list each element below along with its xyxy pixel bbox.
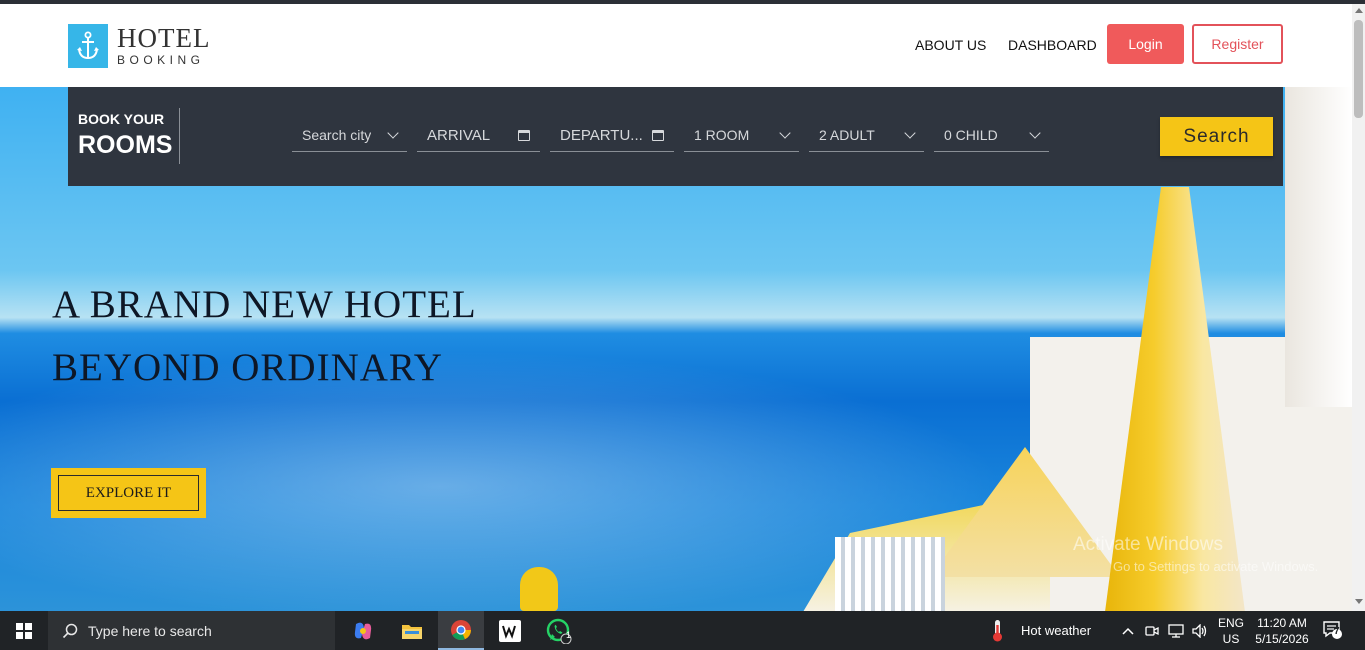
- file-explorer-icon[interactable]: [389, 611, 435, 650]
- text-editor-app-icon[interactable]: [487, 611, 533, 650]
- language-code: ENG: [1217, 616, 1244, 630]
- scroll-down-arrow-icon[interactable]: [1355, 599, 1363, 604]
- departure-date-input[interactable]: DEPARTU...: [550, 119, 674, 152]
- logo-title: HOTEL: [117, 23, 211, 53]
- nav-dashboard[interactable]: DASHBOARD: [1008, 37, 1097, 53]
- hero-headline-line-1: A BRAND NEW HOTEL: [52, 283, 477, 326]
- taskbar-search-placeholder: Type here to search: [88, 622, 212, 639]
- chevron-down-icon: [1029, 127, 1041, 139]
- taskbar-search-box[interactable]: Type here to search: [48, 611, 335, 650]
- search-button[interactable]: Search: [1160, 117, 1273, 156]
- whatsapp-badge: 1: [566, 630, 572, 640]
- windows-taskbar: Type here to search 1 Hot weather ENG US…: [0, 611, 1365, 650]
- start-button[interactable]: [0, 611, 48, 650]
- meet-now-icon[interactable]: [1145, 611, 1159, 650]
- volume-icon[interactable]: [1192, 611, 1208, 650]
- arrival-label: ARRIVAL: [427, 126, 491, 144]
- city-select[interactable]: Search city: [292, 119, 407, 152]
- input-language-indicator[interactable]: ENG US: [1216, 615, 1246, 647]
- hero-headline-line-2: BEYOND ORDINARY: [52, 346, 443, 389]
- register-button[interactable]: Register: [1192, 24, 1283, 64]
- clock-time: 11:20 AM: [1257, 616, 1307, 630]
- city-select-label: Search city: [302, 127, 372, 143]
- site-header: HOTEL BOOKING ABOUT US DASHBOARD Login R…: [0, 4, 1352, 87]
- adults-select[interactable]: 2 ADULT: [809, 119, 924, 152]
- chevron-down-icon: [387, 127, 399, 139]
- keyboard-layout: US: [1222, 632, 1240, 646]
- logo-subtitle: BOOKING: [117, 53, 205, 67]
- notification-count: 7: [1334, 626, 1340, 637]
- weather-label: Hot weather: [1021, 623, 1092, 638]
- system-clock[interactable]: 11:20 AM 5/15/2026: [1252, 615, 1312, 647]
- chrome-browser-icon[interactable]: [438, 611, 484, 650]
- anchor-icon: [68, 24, 108, 68]
- scroll-up-arrow-icon[interactable]: [1355, 8, 1363, 13]
- adults-label: 2 ADULT: [819, 127, 875, 143]
- children-select[interactable]: 0 CHILD: [934, 119, 1049, 152]
- departure-label: DEPARTU...: [560, 126, 643, 144]
- site-logo[interactable]: HOTEL BOOKING: [68, 24, 210, 68]
- page-scrollbar[interactable]: [1352, 4, 1365, 611]
- chevron-down-icon: [904, 127, 916, 139]
- booking-heading-big: ROOMS: [78, 131, 173, 159]
- rooms-label: 1 ROOM: [694, 127, 750, 143]
- booking-search-bar: BOOK YOUR ROOMS Search city ARRIVAL DEPA…: [68, 87, 1283, 186]
- clock-date: 5/15/2026: [1255, 632, 1309, 646]
- activate-windows-title: Activate Windows: [1073, 534, 1223, 555]
- login-button[interactable]: Login: [1107, 24, 1184, 64]
- children-label: 0 CHILD: [944, 127, 998, 143]
- calendar-icon: [518, 129, 530, 141]
- booking-divider: [179, 108, 180, 164]
- whatsapp-icon[interactable]: 1: [536, 611, 582, 650]
- explore-button[interactable]: EXPLORE IT: [58, 475, 199, 511]
- rooms-select[interactable]: 1 ROOM: [684, 119, 799, 152]
- show-hidden-icons-chevron-icon[interactable]: [1122, 611, 1134, 650]
- booking-heading-small: BOOK YOUR: [78, 111, 165, 127]
- network-icon[interactable]: [1168, 611, 1184, 650]
- copilot-app-icon[interactable]: [340, 611, 386, 650]
- activate-windows-subtitle: Go to Settings to activate Windows.: [1113, 559, 1319, 574]
- notification-center-icon[interactable]: 7: [1322, 619, 1344, 641]
- thermometer-icon: [993, 619, 1002, 641]
- calendar-icon: [652, 129, 664, 141]
- windows-logo-icon: [16, 622, 32, 639]
- search-icon: [62, 623, 78, 638]
- nav-about-us[interactable]: ABOUT US: [915, 37, 986, 53]
- explore-button-frame: EXPLORE IT: [51, 468, 206, 518]
- chevron-down-icon: [779, 127, 791, 139]
- weather-widget[interactable]: Hot weather: [990, 611, 1091, 650]
- arrival-date-input[interactable]: ARRIVAL: [417, 119, 540, 152]
- scrollbar-thumb[interactable]: [1354, 20, 1363, 118]
